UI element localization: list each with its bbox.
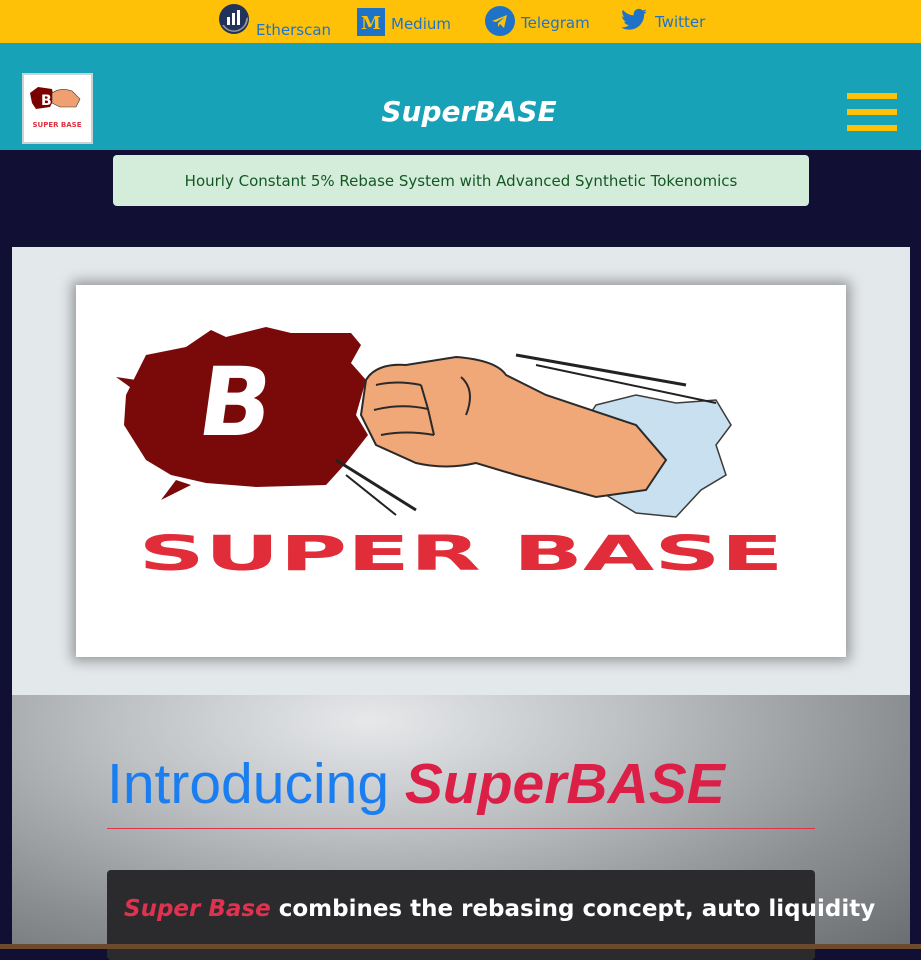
intro-heading-prefix: Introducing xyxy=(107,752,390,816)
social-bar: Etherscan M Medium Telegram Twitter xyxy=(0,0,921,43)
navbar: B SUPER BASE SuperBASE xyxy=(0,43,921,150)
etherscan-label: Etherscan xyxy=(256,21,332,39)
intro-card-body: combines the rebasing concept, auto liqu… xyxy=(270,896,876,922)
etherscan-link[interactable]: Etherscan xyxy=(218,3,331,39)
twitter-icon xyxy=(619,6,649,38)
intro-heading: Introducing SuperBASE xyxy=(107,751,725,817)
medium-icon: M xyxy=(357,8,385,40)
brand-title[interactable]: SuperBASE xyxy=(0,95,921,128)
rebase-alert: Hourly Constant 5% Rebase System with Ad… xyxy=(113,155,809,206)
hero-logo-image: B SUPER BASE xyxy=(76,285,846,657)
hamburger-menu-icon[interactable] xyxy=(847,93,897,131)
telegram-link[interactable]: Telegram xyxy=(485,6,590,40)
alert-text: Hourly Constant 5% Rebase System with Ad… xyxy=(184,171,738,190)
bottom-image-strip xyxy=(0,944,921,949)
intro-card-brand: Super Base xyxy=(124,896,271,922)
etherscan-icon xyxy=(218,3,250,39)
hero-logo-text: SUPER BASE xyxy=(139,526,784,582)
intro-section: Introducing SuperBASE Super Base combine… xyxy=(12,695,910,960)
twitter-link[interactable]: Twitter xyxy=(619,6,705,38)
twitter-label: Twitter xyxy=(655,13,706,31)
telegram-icon xyxy=(485,6,515,40)
intro-divider xyxy=(107,828,815,829)
medium-link[interactable]: M Medium xyxy=(357,8,451,40)
telegram-label: Telegram xyxy=(521,14,590,32)
intro-heading-brand: SuperBASE xyxy=(404,752,725,816)
intro-card-text: Super Base combines the rebasing concept… xyxy=(124,896,875,922)
svg-text:M: M xyxy=(361,13,381,34)
hero-section: B SUPER BASE xyxy=(12,247,910,695)
medium-label: Medium xyxy=(391,15,451,33)
